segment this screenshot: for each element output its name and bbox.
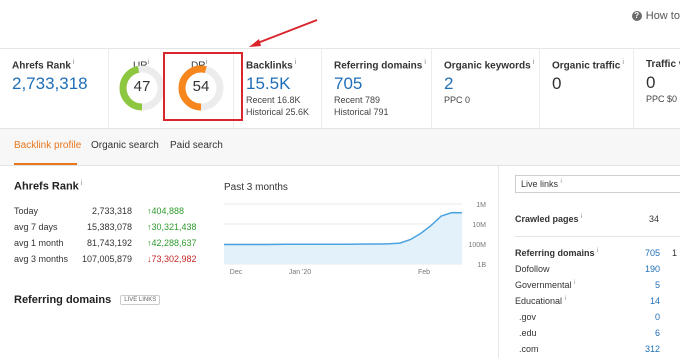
list-item-value[interactable]: 0 [620, 312, 660, 322]
right-panel: Live links i Crawled pages i 34 Referrin… [498, 166, 680, 358]
tab-bar: Backlink profile Organic search Paid sea… [0, 128, 680, 166]
referring-domains-panel-label: Referring domains i [515, 248, 599, 258]
rank-change: ↑30,321,438 [147, 222, 197, 232]
how-to-link[interactable]: ? How to [631, 10, 680, 22]
organic-keywords-value[interactable]: 2 [444, 74, 539, 94]
ahrefs-rank-value[interactable]: 2,733,318 [12, 74, 108, 94]
info-icon[interactable]: i [622, 59, 624, 66]
info-icon[interactable]: i [581, 214, 582, 220]
rank-value: 81,743,192 [86, 238, 132, 248]
list-item: .edu [519, 328, 537, 338]
organic-traffic-value: 0 [552, 74, 562, 94]
series-area [224, 212, 462, 264]
organic-traffic-label: Organic traffic [552, 60, 621, 72]
x-tick-label: Jan '20 [289, 269, 311, 276]
rank-period: Today [14, 206, 39, 216]
tab-organic-search[interactable]: Organic search [91, 140, 159, 151]
rank-value: 15,383,078 [86, 222, 132, 232]
rank-change: ↑42,288,637 [147, 238, 197, 248]
list-item-value[interactable]: 5 [620, 280, 660, 290]
backlinks-label: Backlinks [246, 60, 293, 72]
list-item-value[interactable]: 14 [620, 296, 660, 306]
info-icon[interactable]: i [424, 59, 426, 66]
referring-domains-label: Referring domains [334, 60, 423, 72]
y-tick-label: 100M [468, 242, 486, 249]
referring-domains-panel-extra: 1 [671, 248, 677, 258]
organic-keywords-label: Organic keywords [444, 60, 531, 72]
referring-domains-section-title: Referring domains LIVE LINKS [14, 294, 161, 306]
tab-backlink-profile[interactable]: Backlink profile [14, 140, 81, 151]
top-bar: ? How to [0, 0, 680, 48]
chart-title: Past 3 months [224, 182, 288, 193]
x-tick-label: Feb [418, 269, 430, 276]
divider [515, 236, 680, 237]
links-filter-value: Live links [521, 179, 559, 189]
backlinks-value[interactable]: 15.5K [246, 74, 321, 94]
info-icon[interactable]: i [295, 59, 297, 66]
ur-gauge: 47 [117, 63, 167, 113]
y-tick-label: 10M [472, 222, 486, 229]
metric-organic-keywords: Organic keywords i 2 PPC 0 [431, 49, 539, 129]
metric-ur: URi 47 [108, 49, 165, 129]
metric-organic-traffic: Organic traffic i 0 [539, 49, 633, 129]
metric-traffic-value: Traffic va 0 PPC $0 [633, 49, 680, 129]
active-tab-indicator [14, 163, 77, 165]
info-icon[interactable]: i [73, 59, 75, 66]
info-icon[interactable]: i [597, 248, 598, 254]
ahrefs-rank-chart: 1M 10M 100M 1B Dec Jan '20 Feb [224, 202, 486, 276]
list-item-value[interactable]: 6 [620, 328, 660, 338]
tab-paid-search[interactable]: Paid search [170, 140, 223, 151]
traffic-value-value: 0 [646, 73, 656, 92]
rank-period: avg 7 days [14, 222, 58, 232]
y-tick-label: 1M [476, 202, 486, 209]
list-item-value[interactable]: 190 [620, 264, 660, 274]
list-item: Dofollow [515, 264, 550, 274]
list-item: Educational i [515, 296, 566, 306]
ahrefs-rank-section-title: Ahrefs Rank i [14, 180, 83, 193]
referring-domains-value[interactable]: 705 [334, 74, 431, 94]
traffic-value-ppc: PPC $0 [646, 94, 678, 104]
info-icon[interactable]: i [574, 280, 575, 286]
list-item-value[interactable]: 312 [620, 344, 660, 354]
metric-backlinks: Backlinks i 15.5K Recent 16.8K Historical… [233, 49, 321, 129]
referring-domains-recent: Recent 789 [334, 95, 381, 106]
metric-referring-domains: Referring domains i 705 Recent 789 Histor… [321, 49, 431, 129]
rank-value: 107,005,879 [81, 254, 132, 264]
rank-value: 2,733,318 [91, 206, 132, 216]
metrics-bar: Ahrefs Rank i 2,733,318 URi 47 DRi 54 Bac… [0, 48, 680, 129]
links-filter-select[interactable]: Live links i [515, 175, 680, 193]
traffic-value-label: Traffic va [646, 59, 680, 70]
ur-value: 47 [133, 78, 151, 95]
info-icon[interactable]: i [533, 59, 535, 66]
list-item: .gov [519, 312, 537, 322]
info-icon[interactable]: i [561, 179, 562, 185]
crawled-pages-value: 34 [648, 214, 659, 224]
backlinks-historical: Historical 25.6K [246, 107, 310, 118]
list-item: Governmental i [515, 280, 576, 290]
info-icon[interactable]: i [565, 296, 566, 302]
annotation-arrow [249, 19, 318, 47]
x-tick-label: Dec [230, 269, 243, 276]
rank-change: ↑404,888 [147, 206, 185, 216]
help-icon: ? [631, 11, 642, 21]
list-item: .com [519, 344, 539, 354]
crawled-pages-label: Crawled pages i [515, 214, 583, 224]
info-icon[interactable]: i [81, 180, 83, 187]
ahrefs-rank-label: Ahrefs Rank [12, 60, 71, 72]
how-to-label: How to [645, 10, 680, 22]
live-links-badge: LIVE LINKS [120, 295, 161, 306]
organic-keywords-ppc: PPC 0 [444, 95, 471, 106]
referring-domains-historical: Historical 791 [334, 107, 389, 118]
y-tick-label: 1B [477, 262, 486, 269]
rank-change: ↓73,302,982 [147, 254, 197, 264]
backlinks-recent: Recent 16.8K [246, 95, 301, 106]
dr-highlight-box [163, 52, 243, 121]
metric-ahrefs-rank: Ahrefs Rank i 2,733,318 [0, 49, 108, 129]
